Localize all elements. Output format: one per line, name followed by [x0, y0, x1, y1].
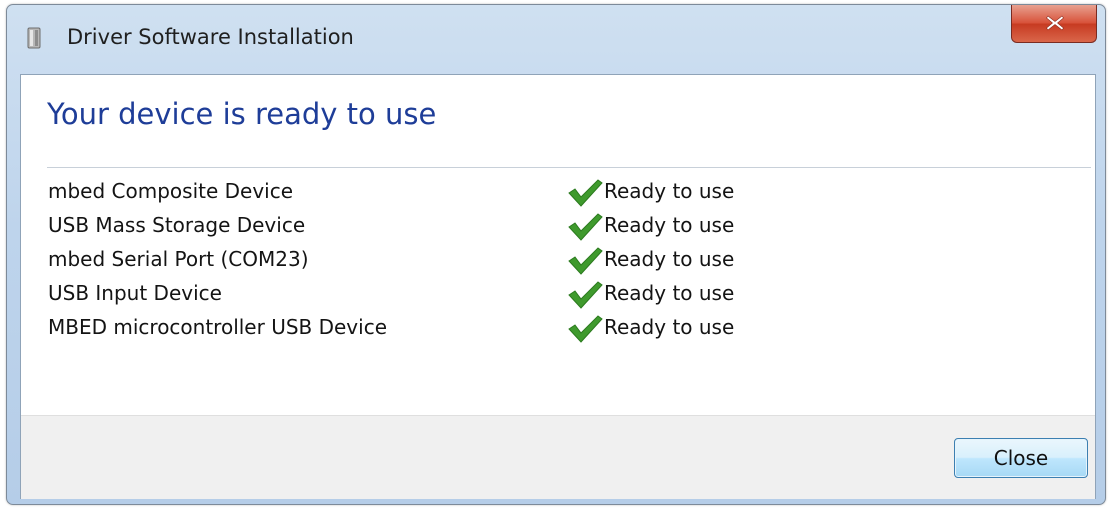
- list-item: MBED microcontroller USB Device Ready to…: [48, 312, 1048, 346]
- window-close-button[interactable]: [1011, 5, 1097, 43]
- status-text: Ready to use: [604, 179, 735, 203]
- list-item: mbed Serial Port (COM23) Ready to use: [48, 244, 1048, 278]
- dialog-content: Your device is ready to use mbed Composi…: [20, 74, 1096, 499]
- device-name: USB Input Device: [48, 281, 222, 305]
- device-list: mbed Composite Device Ready to use USB M…: [48, 176, 1048, 346]
- list-item: USB Mass Storage Device Ready to use: [48, 210, 1048, 244]
- device-name: mbed Composite Device: [48, 179, 294, 203]
- close-x-icon: [1046, 15, 1064, 31]
- device-name: USB Mass Storage Device: [48, 213, 306, 237]
- status-text: Ready to use: [604, 281, 735, 305]
- status-text: Ready to use: [604, 315, 735, 339]
- checkmark-icon: [568, 281, 603, 309]
- device-name: MBED microcontroller USB Device: [48, 315, 388, 339]
- page-title: Your device is ready to use: [47, 97, 437, 131]
- title-bar[interactable]: Driver Software Installation: [7, 5, 1105, 71]
- status-text: Ready to use: [604, 247, 735, 271]
- checkmark-icon: [568, 179, 603, 207]
- close-button[interactable]: Close: [954, 438, 1088, 478]
- window-title: Driver Software Installation: [67, 25, 354, 49]
- dialog-window: Driver Software Installation Your device…: [6, 4, 1106, 505]
- checkmark-icon: [568, 247, 603, 275]
- dialog-footer: Close: [21, 415, 1095, 499]
- checkmark-icon: [568, 315, 603, 343]
- divider: [47, 167, 1091, 168]
- usb-drive-icon: [25, 27, 43, 49]
- checkmark-icon: [568, 213, 603, 241]
- list-item: USB Input Device Ready to use: [48, 278, 1048, 312]
- status-text: Ready to use: [604, 213, 735, 237]
- device-name: mbed Serial Port (COM23): [48, 247, 309, 271]
- list-item: mbed Composite Device Ready to use: [48, 176, 1048, 210]
